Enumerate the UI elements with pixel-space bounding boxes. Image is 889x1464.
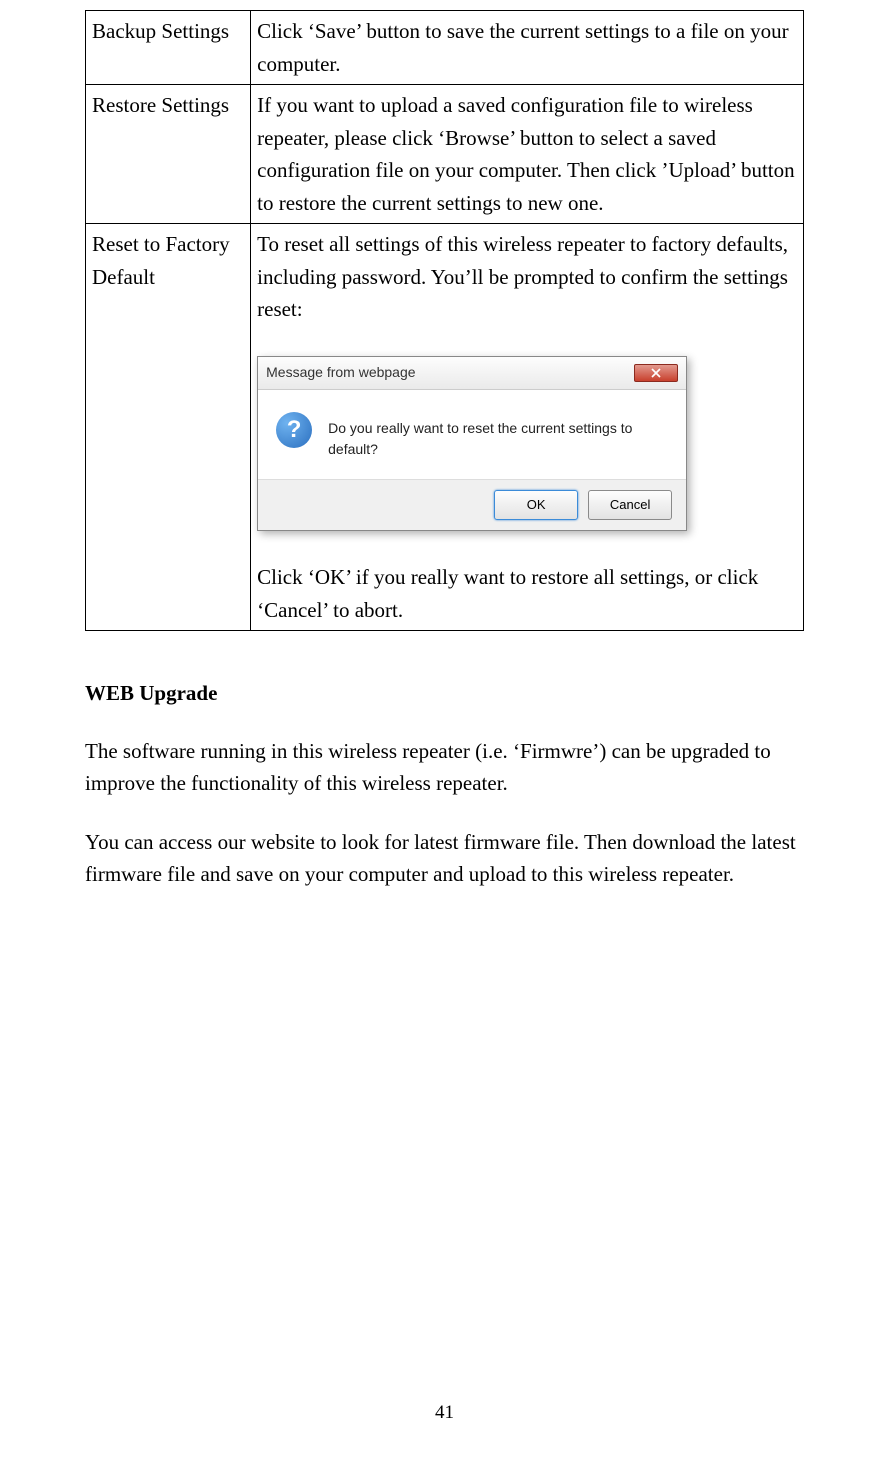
dialog-buttons: OK Cancel	[258, 479, 686, 530]
dialog-title: Message from webpage	[266, 362, 415, 384]
page-content: Backup Settings Click ‘Save’ button to s…	[0, 0, 889, 890]
settings-table: Backup Settings Click ‘Save’ button to s…	[85, 10, 804, 631]
question-icon: ?	[276, 412, 312, 448]
row-label: Reset to Factory Default	[86, 224, 251, 631]
dialog-body: ? Do you really want to reset the curren…	[258, 390, 686, 479]
confirm-dialog: Message from webpage ? Do you really wan…	[257, 356, 687, 531]
row-label: Restore Settings	[86, 85, 251, 224]
table-row: Restore Settings If you want to upload a…	[86, 85, 804, 224]
close-icon[interactable]	[634, 364, 678, 382]
table-row: Backup Settings Click ‘Save’ button to s…	[86, 11, 804, 85]
section-heading: WEB Upgrade	[85, 681, 804, 706]
row-desc-bottom: Click ‘OK’ if you really want to restore…	[257, 561, 797, 626]
paragraph: You can access our website to look for l…	[85, 827, 804, 890]
page-number: 41	[0, 1402, 889, 1424]
cancel-button[interactable]: Cancel	[588, 490, 672, 520]
paragraph: The software running in this wireless re…	[85, 736, 804, 799]
ok-button[interactable]: OK	[494, 490, 578, 520]
row-label: Backup Settings	[86, 11, 251, 85]
row-desc-top: To reset all settings of this wireless r…	[257, 228, 797, 326]
row-desc: If you want to upload a saved configurat…	[251, 85, 804, 224]
dialog-titlebar: Message from webpage	[258, 357, 686, 390]
row-desc-cell: To reset all settings of this wireless r…	[251, 224, 804, 631]
table-row: Reset to Factory Default To reset all se…	[86, 224, 804, 631]
row-desc: Click ‘Save’ button to save the current …	[251, 11, 804, 85]
dialog-message: Do you really want to reset the current …	[328, 412, 668, 461]
